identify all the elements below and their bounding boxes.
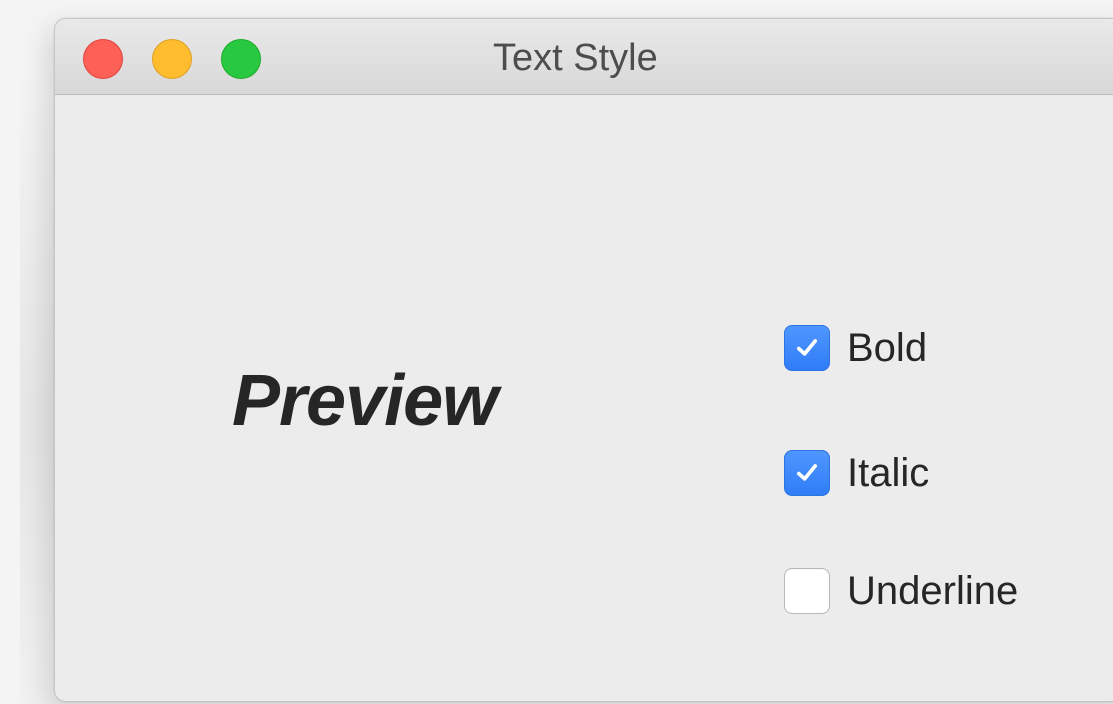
italic-option[interactable]: Italic bbox=[784, 447, 929, 499]
window-title: Text Style bbox=[493, 37, 658, 79]
italic-label: Italic bbox=[847, 451, 930, 495]
underline-label: Underline bbox=[847, 569, 1019, 613]
window-content: Preview Bold Italic Underline bbox=[55, 95, 1113, 701]
text-style-window: Text Style Preview Bold Italic Underline bbox=[54, 18, 1113, 702]
italic-checkbox[interactable] bbox=[784, 450, 830, 496]
checkmark-icon bbox=[796, 464, 818, 481]
close-button[interactable] bbox=[83, 39, 123, 79]
checkmark-icon bbox=[796, 339, 818, 356]
zoom-button[interactable] bbox=[221, 39, 261, 79]
preview-text: Preview bbox=[232, 361, 498, 441]
underline-option[interactable]: Underline bbox=[784, 565, 1018, 617]
minimize-button[interactable] bbox=[152, 39, 192, 79]
window-titlebar[interactable]: Text Style bbox=[55, 19, 1113, 95]
underline-checkbox[interactable] bbox=[784, 568, 830, 614]
bold-label: Bold bbox=[847, 326, 928, 370]
bold-option[interactable]: Bold bbox=[784, 322, 927, 374]
bold-checkbox[interactable] bbox=[784, 325, 830, 371]
